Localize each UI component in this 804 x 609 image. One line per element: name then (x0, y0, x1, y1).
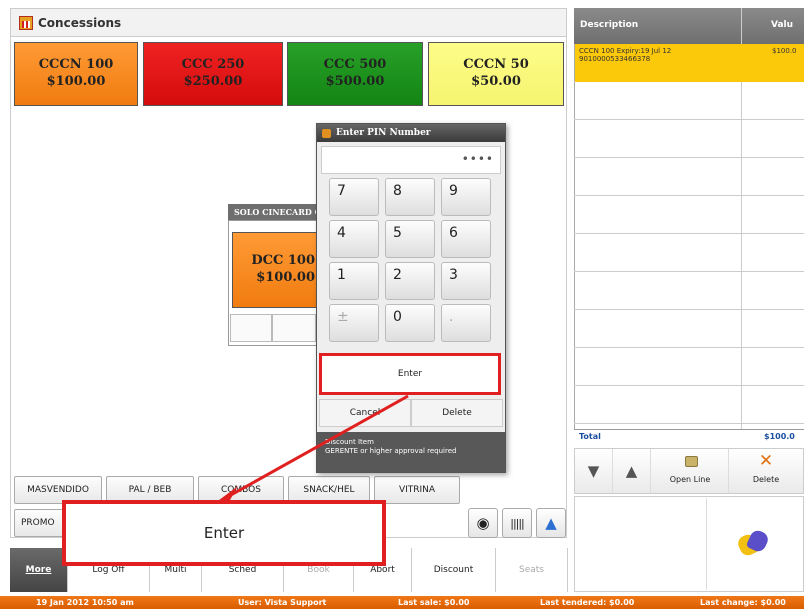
enter-callout: Enter (62, 500, 386, 566)
status-user: User: Vista Support (238, 598, 327, 607)
status-last-change: Last change: $0.00 (700, 598, 786, 607)
status-datetime: 19 Jan 2012 10:50 am (36, 598, 134, 607)
status-last-tendered: Last tendered: $0.00 (540, 598, 635, 607)
status-bar: 19 Jan 2012 10:50 am User: Vista Support… (0, 596, 804, 609)
status-last-sale: Last sale: $0.00 (398, 598, 470, 607)
